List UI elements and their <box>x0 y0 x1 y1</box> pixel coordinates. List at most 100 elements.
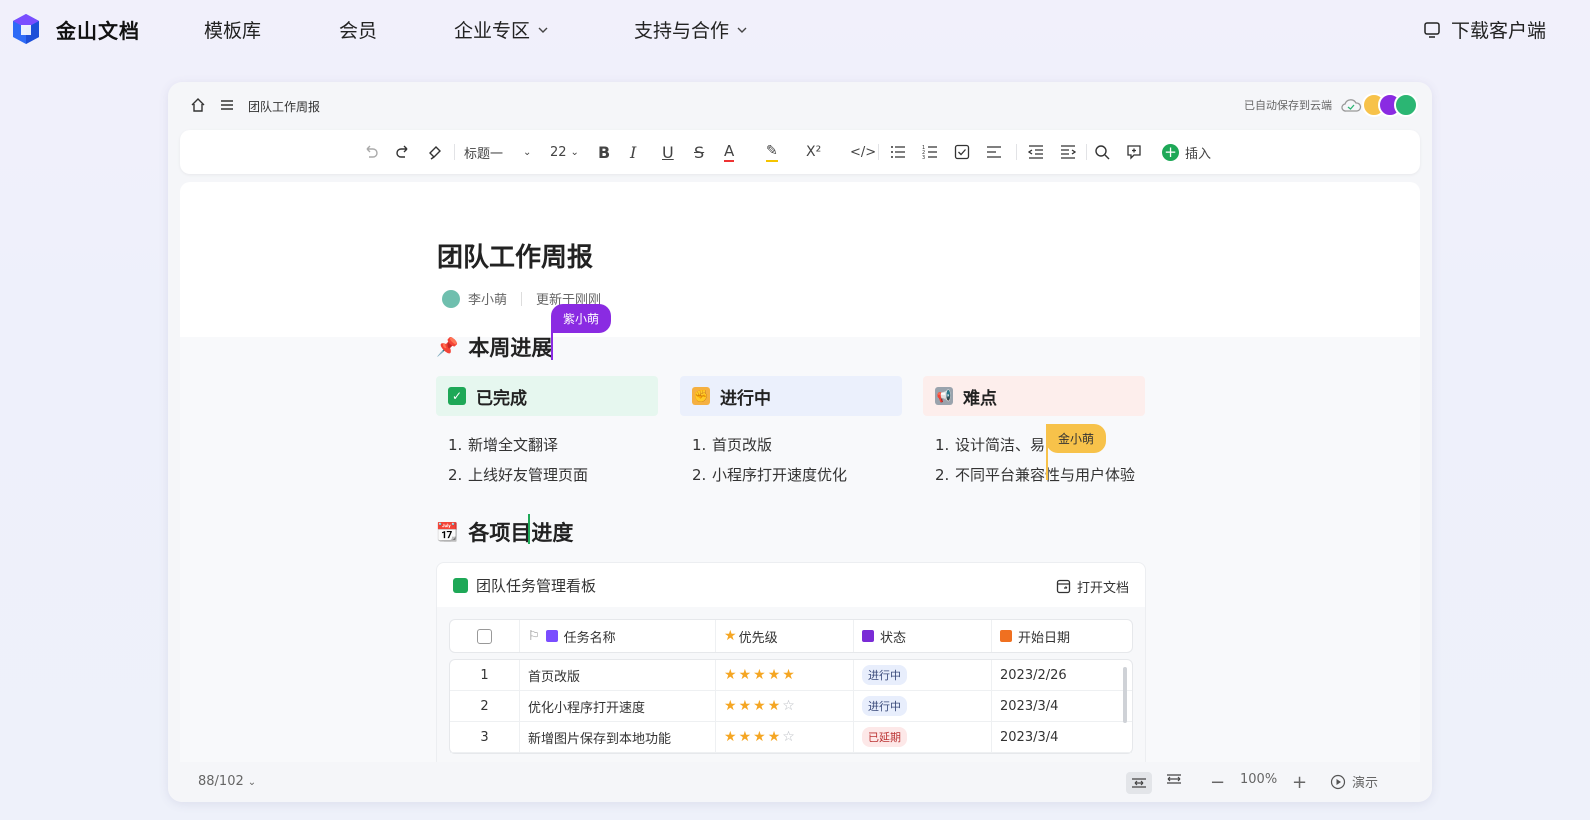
zoom-out-button[interactable]: − <box>1210 772 1225 793</box>
align-icon[interactable] <box>986 142 1002 162</box>
status-bar: 88/102 ⌄ − 100% + 演示 <box>168 762 1432 802</box>
highlight-button[interactable]: ✎ <box>766 142 778 162</box>
present-button[interactable]: 演示 <box>1330 772 1378 791</box>
list-item[interactable]: 1. 新增全文翻译 <box>448 430 658 460</box>
underline-button[interactable]: U <box>662 142 674 162</box>
scrollbar[interactable] <box>1123 667 1127 723</box>
column-header-task[interactable]: ⚐ 任务名称 <box>520 620 716 652</box>
cloud-saved-icon[interactable] <box>1340 96 1362 114</box>
status-cell[interactable]: 进行中 <box>854 691 992 721</box>
numbered-list-icon[interactable]: 123 <box>922 142 938 162</box>
chevron-down-icon <box>538 27 548 33</box>
section-heading-progress[interactable]: 📌 本周进展 <box>436 332 552 362</box>
list-item[interactable]: 1. 设计简洁、易 <box>935 430 1145 460</box>
column-header[interactable]: 📢 难点 <box>923 376 1145 416</box>
font-size-select[interactable]: 22 ⌄ <box>550 142 579 162</box>
priority-stars[interactable]: ★ ★ ★ ★ ☆ <box>716 691 854 721</box>
sheet-icon <box>453 577 468 593</box>
row-number: 1 <box>450 660 520 690</box>
zoom-level[interactable]: 100% <box>1240 772 1277 787</box>
brand[interactable]: 金山文档 <box>12 13 140 45</box>
star-icon: ☆ <box>782 698 795 714</box>
list-item[interactable]: 2. 小程序打开速度优化 <box>692 460 902 490</box>
column-title: 难点 <box>963 388 997 409</box>
word-count[interactable]: 88/102 ⌄ <box>198 774 256 789</box>
collaborator-cursor <box>551 332 553 360</box>
task-name[interactable]: 新增图片保存到本地功能 <box>520 722 716 752</box>
doc-name[interactable]: 团队工作周报 <box>248 98 320 115</box>
nav-templates[interactable]: 模板库 <box>204 16 261 43</box>
column-header-date[interactable]: 开始日期 <box>992 620 1132 652</box>
list-item[interactable]: 2. 不同平台兼容性与用户体验 <box>935 460 1145 490</box>
redo-icon[interactable] <box>394 142 412 162</box>
page-title[interactable]: 团队工作周报 <box>437 237 593 274</box>
column-header[interactable]: ✊ 进行中 <box>680 376 902 416</box>
calendar-icon: 📆 <box>436 521 459 543</box>
format-painter-icon[interactable] <box>426 142 444 162</box>
full-width-button[interactable] <box>1166 772 1182 786</box>
table-row[interactable]: 2 优化小程序打开速度 ★ ★ ★ ★ ☆ 进行中 2023/3/4 <box>450 691 1132 722</box>
open-document-button[interactable]: 打开文档 <box>1056 577 1129 596</box>
task-name[interactable]: 首页改版 <box>520 660 716 690</box>
star-icon: ★ <box>767 667 781 683</box>
list-item[interactable]: 2. 上线好友管理页面 <box>448 460 658 490</box>
column-header-priority[interactable]: ★ 优先级 <box>716 620 854 652</box>
status-badge: 已延期 <box>862 727 907 747</box>
status-cell[interactable]: 已延期 <box>854 722 992 752</box>
expand-width-icon <box>1167 774 1181 784</box>
heading-style-select[interactable]: 标题一 ⌄ <box>464 142 531 162</box>
start-date[interactable]: 2023/2/26 <box>992 660 1132 690</box>
task-name[interactable]: 优化小程序打开速度 <box>520 691 716 721</box>
strikethrough-button[interactable]: S <box>694 142 704 162</box>
date-field-icon <box>1000 630 1012 642</box>
download-client-button[interactable]: 下载客户端 <box>1423 16 1546 43</box>
home-icon[interactable] <box>190 97 206 113</box>
outdent-icon[interactable] <box>1028 142 1044 162</box>
section-heading-label: 各项目进度 <box>468 521 574 545</box>
search-icon[interactable] <box>1094 142 1110 162</box>
bullet-list-icon[interactable] <box>890 142 906 162</box>
section-heading-projects[interactable]: 📆 各项目进度 <box>436 517 573 547</box>
checklist-icon[interactable] <box>954 142 970 162</box>
list-item[interactable]: 1. 首页改版 <box>692 430 902 460</box>
priority-stars[interactable]: ★ ★ ★ ★ ★ <box>716 660 854 690</box>
superscript-button[interactable]: X² <box>806 142 821 162</box>
table-row[interactable]: 1 首页改版 ★ ★ ★ ★ ★ 进行中 2023/2/26 <box>450 660 1132 691</box>
select-all-checkbox[interactable] <box>450 620 520 652</box>
nav-membership[interactable]: 会员 <box>339 16 377 43</box>
nav-enterprise[interactable]: 企业专区 <box>454 16 548 43</box>
priority-stars[interactable]: ★ ★ ★ ★ ☆ <box>716 722 854 752</box>
bold-button[interactable]: B <box>598 142 610 162</box>
collaborator-cursor-tag: 紫小萌 <box>551 304 612 333</box>
status-field-icon <box>862 630 874 642</box>
nav-support[interactable]: 支持与合作 <box>634 16 747 43</box>
star-icon: ★ <box>724 729 737 745</box>
zoom-in-button[interactable]: + <box>1292 772 1307 793</box>
insert-button[interactable]: + 插入 <box>1162 142 1211 162</box>
star-icon: ★ <box>753 698 766 714</box>
status-cell[interactable]: 进行中 <box>854 660 992 690</box>
code-icon[interactable]: </> <box>850 142 876 162</box>
table-row[interactable]: 3 新增图片保存到本地功能 ★ ★ ★ ★ ☆ 已延期 2023/3/4 <box>450 722 1132 753</box>
board-title: 团队任务管理看板 <box>476 576 597 595</box>
indent-icon[interactable] <box>1060 142 1076 162</box>
italic-button[interactable]: I <box>630 142 636 162</box>
comment-icon[interactable] <box>1126 142 1142 162</box>
page-width-button[interactable] <box>1126 772 1152 794</box>
collaborator-cursor-tag: 金小萌 <box>1046 424 1107 453</box>
start-date[interactable]: 2023/3/4 <box>992 722 1132 752</box>
kdocs-logo-icon <box>13 14 39 44</box>
undo-icon[interactable] <box>362 142 380 162</box>
menu-icon[interactable] <box>220 98 234 112</box>
author-name[interactable]: 李小萌 <box>468 289 507 308</box>
star-icon: ★ <box>767 698 781 714</box>
star-icon: ★ <box>738 698 752 714</box>
megaphone-icon: 📢 <box>935 387 953 405</box>
column-header-status[interactable]: 状态 <box>854 620 992 652</box>
start-date[interactable]: 2023/3/4 <box>992 691 1132 721</box>
column-header[interactable]: ✓ 已完成 <box>436 376 658 416</box>
collaborator-avatars[interactable] <box>1362 93 1418 117</box>
font-color-button[interactable]: A <box>724 142 735 162</box>
document-page: 团队工作周报 李小萌 更新于刚刚 📌 本周进展 紫小萌 ✓ 已完成 1. 新增全文… <box>180 182 1420 762</box>
editor-window: 团队工作周报 已自动保存到云端 标题一 ⌄ 22 ⌄ B I U S A ✎ X² … <box>168 82 1432 802</box>
